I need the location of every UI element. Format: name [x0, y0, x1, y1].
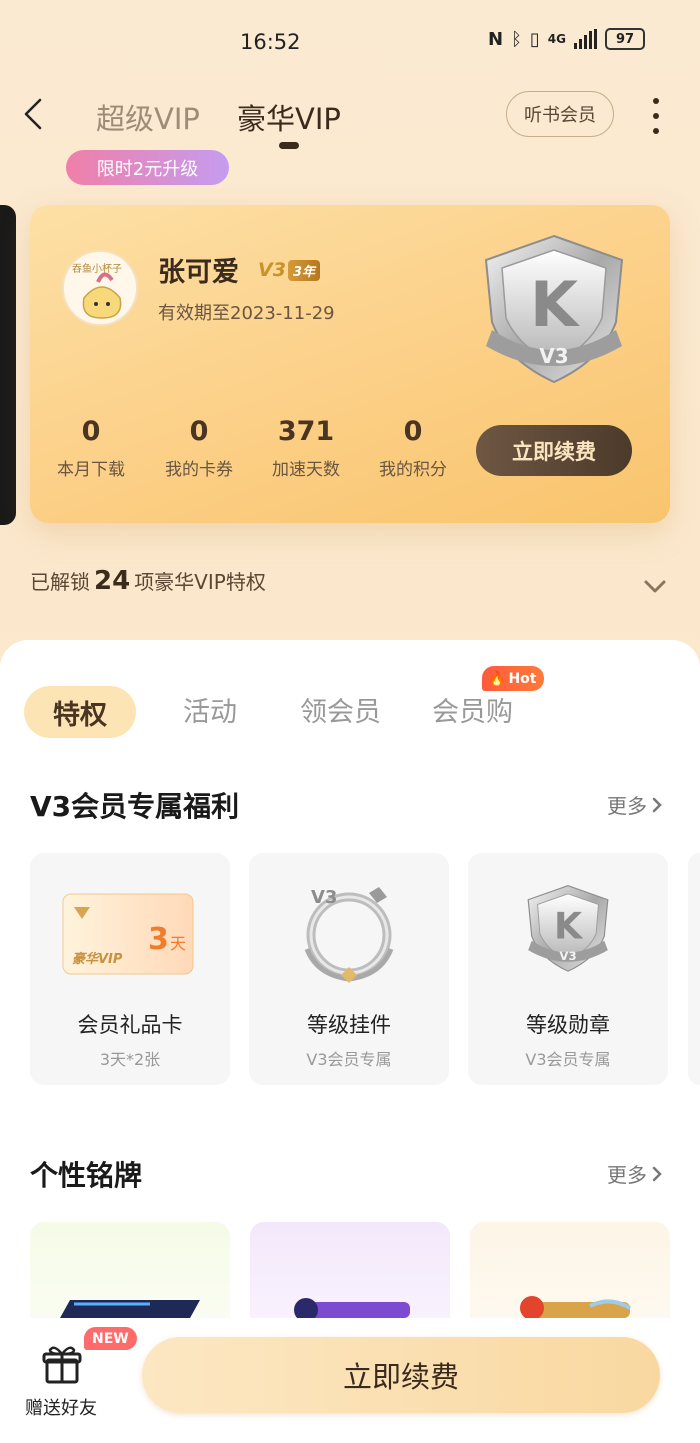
stat-coupons[interactable]: 0 我的卡券: [146, 416, 252, 480]
status-time: 16:52: [240, 30, 301, 54]
level-num: 3: [272, 259, 286, 281]
nfc-icon: N: [488, 28, 504, 50]
nameplate-section-title: 个性铭牌: [30, 1159, 143, 1192]
benefit-gift-card[interactable]: 豪华VIP 3 天 会员礼品卡 3天*2张: [30, 853, 230, 1085]
stat-value: 0: [81, 416, 101, 447]
bluetooth-icon: ᛒ: [511, 28, 522, 50]
shield-letter: K: [530, 268, 580, 341]
back-button[interactable]: [14, 92, 54, 136]
promo-badge[interactable]: 限时2元升级: [66, 150, 229, 185]
adjacent-card-edge[interactable]: [0, 205, 16, 525]
signal-icon: [574, 29, 597, 49]
benefit-medal[interactable]: K V3 等级勋章 V3会员专属: [468, 853, 668, 1085]
stat-value: 0: [189, 416, 209, 447]
hot-label: Hot: [508, 670, 537, 687]
shield-level: V3: [539, 344, 568, 368]
stat-value: 0: [403, 416, 423, 447]
gift-card-days: 3: [148, 922, 169, 957]
level-shield-icon[interactable]: K V3: [472, 230, 636, 390]
level-years: 3年: [287, 259, 320, 281]
level-badge: V3 3年: [258, 258, 320, 282]
benefit-sub: V3会员专属: [306, 1050, 392, 1069]
benefit-name: 会员礼品卡: [77, 1013, 183, 1037]
tab-get-membership[interactable]: 领会员: [300, 690, 381, 729]
gift-icon[interactable]: [42, 1344, 82, 1384]
tab-active-indicator: [279, 142, 299, 149]
benefit-sub: V3会员专属: [525, 1050, 611, 1069]
more-label: 更多: [607, 794, 647, 818]
level-prefix: V: [258, 259, 273, 281]
benefits-more-link[interactable]: 更多: [607, 790, 663, 819]
status-icons: N ᛒ ▯ 4G 97: [488, 28, 645, 50]
stat-label: 我的积分: [379, 460, 447, 480]
benefits-section-title: V3会员专属福利: [30, 790, 240, 823]
medal-icon: K V3: [520, 881, 616, 977]
stat-points[interactable]: 0 我的积分: [360, 416, 466, 480]
benefit-sub: 3天*2张: [99, 1050, 161, 1069]
nameplate-more-link[interactable]: 更多: [607, 1159, 663, 1188]
hot-badge: 🔥 Hot: [482, 666, 545, 691]
unlocked-count: 24: [94, 566, 131, 596]
chevron-right-icon: [652, 1166, 662, 1181]
card-renew-button[interactable]: 立即续费: [476, 425, 632, 476]
tab-luxury-vip[interactable]: 豪华VIP: [237, 96, 341, 138]
stat-label: 本月下载: [57, 460, 125, 480]
more-menu-icon[interactable]: [648, 98, 664, 134]
gift-card-unit: 天: [170, 934, 186, 953]
vibrate-icon: ▯: [529, 28, 540, 50]
battery-icon: 97: [605, 28, 645, 50]
listen-member-button[interactable]: 听书会员: [506, 91, 614, 137]
stat-downloads[interactable]: 0 本月下载: [38, 416, 144, 480]
tab-member-shop[interactable]: 会员购: [432, 690, 513, 729]
benefit-pendant[interactable]: V3 等级挂件 V3会员专属: [249, 853, 449, 1085]
gift-friend-label[interactable]: 赠送好友: [25, 1394, 97, 1420]
benefit-card-next-peek[interactable]: [688, 853, 700, 1085]
fire-icon: 🔥: [488, 670, 506, 687]
stat-label: 加速天数: [272, 460, 340, 480]
stat-value: 371: [277, 416, 335, 447]
unlocked-suffix: 项豪华VIP特权: [134, 570, 266, 594]
medal-level: V3: [559, 949, 576, 963]
pendant-icon: V3: [297, 879, 401, 985]
tab-super-vip[interactable]: 超级VIP: [96, 96, 200, 138]
stat-label: 我的卡券: [165, 460, 233, 480]
tab-activities[interactable]: 活动: [183, 690, 237, 729]
new-badge: NEW: [84, 1327, 137, 1350]
benefit-name: 等级挂件: [307, 1013, 391, 1037]
renew-button[interactable]: 立即续费: [142, 1337, 660, 1413]
unlocked-privileges[interactable]: 已解锁 24 项豪华VIP特权: [30, 566, 266, 596]
benefit-name: 等级勋章: [526, 1013, 610, 1037]
network-type: 4G: [547, 32, 566, 46]
back-arrow-icon: [24, 98, 42, 130]
svg-text:吞鱼小杯子: 吞鱼小杯子: [72, 262, 122, 275]
tab-privileges[interactable]: 特权: [24, 686, 136, 738]
pendant-label: V3: [311, 887, 337, 908]
expire-date: 有效期至2023-11-29: [158, 303, 335, 324]
avatar[interactable]: 吞鱼小杯子: [62, 250, 138, 326]
chevron-down-icon[interactable]: [642, 576, 668, 596]
gift-card-text: 豪华VIP: [72, 951, 123, 967]
username: 张可爱: [158, 257, 239, 288]
more-label: 更多: [607, 1163, 647, 1187]
chevron-right-icon: [652, 797, 662, 812]
unlocked-prefix: 已解锁: [30, 570, 90, 594]
medal-letter: K: [554, 904, 584, 947]
gift-card-image: 豪华VIP 3 天: [62, 893, 194, 975]
stat-speedup-days[interactable]: 371 加速天数: [253, 416, 359, 480]
